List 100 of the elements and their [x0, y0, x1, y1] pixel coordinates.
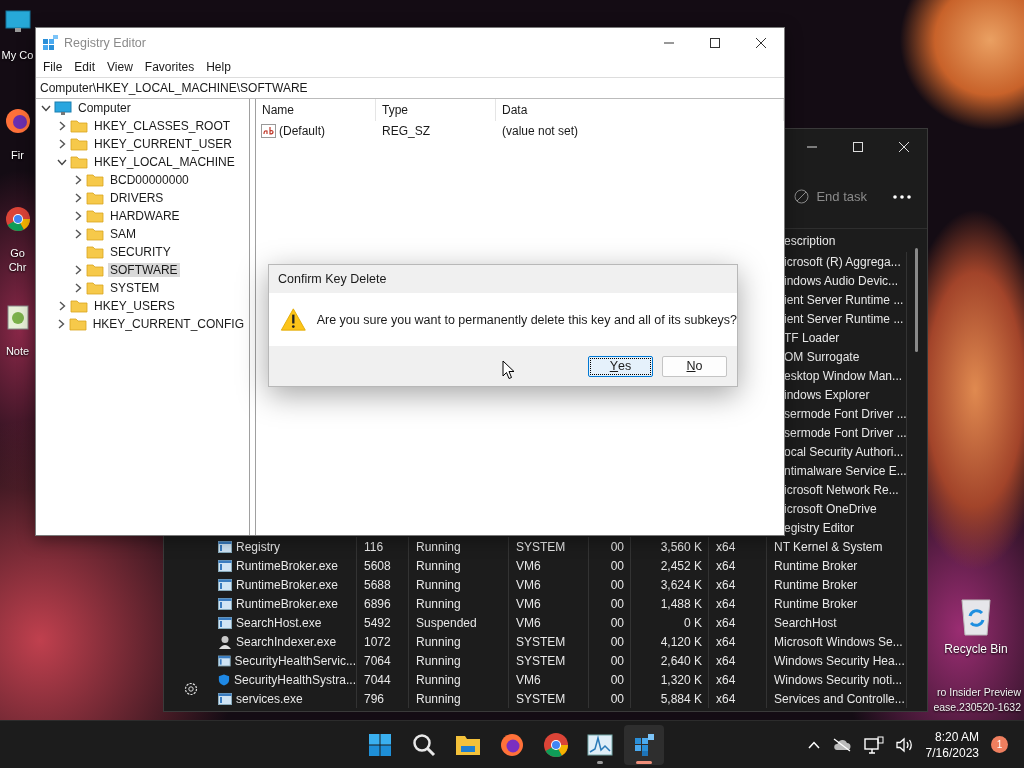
chevron-right-icon[interactable]	[74, 283, 82, 293]
table-cell: Runtime Broker	[767, 594, 907, 613]
menu-item[interactable]: Edit	[68, 60, 102, 74]
dialog-button[interactable]: Yes	[588, 355, 653, 377]
table-cell: SYSTEM	[509, 651, 589, 670]
recycle-bin-icon[interactable]	[959, 596, 993, 636]
table-cell: Running	[409, 651, 509, 670]
fox-browser-icon	[500, 732, 524, 757]
mouse-cursor-icon	[502, 360, 515, 380]
shield-icon	[218, 672, 230, 687]
menu-item[interactable]: Favorites	[138, 60, 201, 74]
folder-icon	[70, 155, 88, 169]
menu-item[interactable]: File	[37, 60, 69, 74]
table-cell: x64	[709, 575, 767, 594]
cubes-app-button[interactable]	[624, 724, 664, 765]
table-cell-text: (value not set)	[501, 124, 580, 138]
tree-item[interactable]: DRIVERS	[86, 189, 169, 207]
table-cell: Suspended	[409, 613, 509, 632]
blocked-circle-icon	[794, 189, 810, 204]
chevron-down-icon[interactable]	[57, 158, 67, 166]
table-cell: SearchHost	[767, 613, 907, 632]
desktop-icon-label[interactable]: Recycle Bin	[944, 642, 1008, 656]
dialog-button[interactable]: No	[662, 355, 727, 377]
table-cell: 7064	[357, 651, 409, 670]
tree-item[interactable]: HKEY_LOCAL_MACHINE	[70, 153, 240, 171]
table-cell: indows Audio Devic...	[784, 273, 899, 288]
column-header[interactable]: Type	[376, 99, 496, 121]
chevron-down-icon[interactable]	[41, 104, 51, 112]
menu-item[interactable]: Help	[200, 60, 237, 74]
clock[interactable]: 8:20 AM 7/16/2023	[925, 728, 979, 761]
menu-item[interactable]: View	[101, 60, 139, 74]
table-cell: Running	[409, 556, 509, 575]
tree-item[interactable]: Computer	[54, 99, 136, 117]
chevron-right-icon[interactable]	[74, 175, 82, 185]
table-cell: OM Surrogate	[784, 349, 860, 364]
scrollbar-thumb[interactable]	[915, 248, 918, 352]
tree-item[interactable]: HKEY_CURRENT_CONFIG	[68, 315, 249, 333]
speaker-icon[interactable]	[895, 736, 914, 753]
settings-icon[interactable]	[183, 681, 199, 697]
chevron-right-icon[interactable]	[74, 211, 82, 221]
string-value-icon	[261, 124, 276, 138]
chevron-right-icon[interactable]	[58, 121, 66, 131]
column-header[interactable]: escription	[784, 233, 836, 248]
crossed-cloud-icon[interactable]	[831, 737, 852, 752]
desktop-icon-label[interactable]: Fir	[0, 148, 35, 162]
column-header[interactable]: Data	[496, 99, 784, 121]
table-cell: x64	[709, 594, 767, 613]
tree-item[interactable]: HKEY_CLASSES_ROOT	[70, 117, 236, 135]
chevron-right-icon[interactable]	[57, 319, 65, 329]
table-cell: x64	[709, 689, 767, 708]
chart-window-icon	[587, 733, 613, 756]
folder-icon	[70, 299, 88, 313]
desktop-icon-label[interactable]: Note	[0, 344, 35, 358]
table-cell: x64	[709, 632, 767, 651]
address-bar[interactable]: Computer\HKEY_LOCAL_MACHINE\SOFTWARE	[36, 77, 784, 99]
chevron-right-icon[interactable]	[58, 301, 66, 311]
window-icon	[218, 692, 232, 705]
chevron-up-icon[interactable]	[807, 740, 820, 749]
table-cell: 5,884 K	[631, 689, 709, 708]
maximize-icon	[853, 142, 863, 152]
table-cell: icrosoft (R) Aggrega...	[784, 254, 901, 269]
folder-icon	[70, 137, 88, 151]
table-cell: esktop Window Man...	[784, 368, 903, 383]
table-cell: 4,120 K	[631, 632, 709, 651]
tree-item[interactable]: HKEY_USERS	[70, 297, 180, 315]
table-cell: 5492	[357, 613, 409, 632]
folder-icon	[68, 317, 87, 331]
table-cell: sermode Font Driver ...	[784, 425, 907, 440]
window-title: Registry Editor	[63, 35, 147, 50]
chevron-right-icon[interactable]	[74, 193, 82, 203]
process-name: SearchIndexer.exe	[236, 634, 337, 649]
column-header[interactable]: Name	[256, 99, 376, 121]
monitor-network-icon[interactable]	[863, 735, 884, 754]
monitor-icon	[54, 100, 72, 116]
table-cell: 00	[589, 575, 631, 594]
tree-item[interactable]: HKEY_CURRENT_USER	[70, 135, 238, 153]
four-squares-icon	[368, 732, 392, 757]
table-cell-text: REG_SZ	[381, 124, 431, 138]
process-name: RuntimeBroker.exe	[236, 577, 339, 592]
chevron-right-icon[interactable]	[74, 229, 82, 239]
desktop-icon-label[interactable]: My Co	[0, 48, 35, 62]
tree-item[interactable]: BCD00000000	[86, 171, 194, 189]
table-cell: 2,452 K	[631, 556, 709, 575]
tree-item[interactable]: SECURITY	[86, 243, 176, 261]
folder-icon	[86, 281, 104, 295]
table-cell: 1,488 K	[631, 594, 709, 613]
folder-icon	[455, 733, 481, 756]
fox-browser-icon	[4, 108, 31, 134]
folder-icon	[86, 227, 104, 241]
table-cell: 5608	[357, 556, 409, 575]
table-cell: VM6	[509, 575, 589, 594]
chevron-right-icon[interactable]	[74, 265, 82, 275]
tree-item[interactable]: SAM	[86, 225, 141, 243]
tree-item[interactable]: HARDWARE	[86, 207, 185, 225]
table-cell: Running	[409, 575, 509, 594]
chevron-right-icon[interactable]	[58, 139, 66, 149]
table-cell: 3,560 K	[631, 537, 709, 556]
tree-item[interactable]: SYSTEM	[86, 279, 165, 297]
desktop-icon-label[interactable]: Go Chr	[0, 246, 35, 274]
table-cell: 1072	[357, 632, 409, 651]
